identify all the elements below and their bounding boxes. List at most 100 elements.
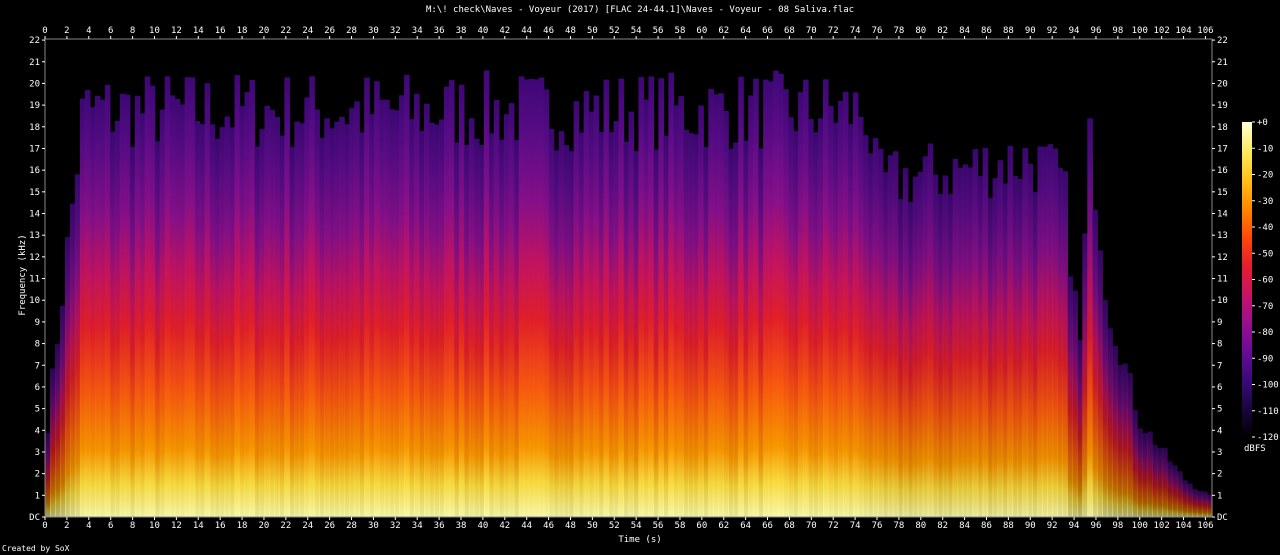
x-tick-label-top: 90 bbox=[1025, 26, 1036, 36]
x-tick-label-bottom: 42 bbox=[499, 521, 510, 531]
x-tick-label-bottom: 44 bbox=[521, 521, 532, 531]
x-tick-label-bottom: 86 bbox=[981, 521, 992, 531]
y-tick-label-right: 13 bbox=[1217, 231, 1228, 241]
spectrogram-column bbox=[768, 81, 774, 517]
spectrogram-column bbox=[79, 98, 86, 517]
x-tick-label-bottom: 18 bbox=[237, 521, 248, 531]
x-tick-label-bottom: 104 bbox=[1175, 521, 1191, 531]
spectrogram-column bbox=[508, 103, 515, 518]
spectrogram-column bbox=[184, 77, 191, 517]
y-tick-label-right: 12 bbox=[1217, 253, 1228, 263]
spectrogram-column bbox=[1157, 448, 1163, 517]
spectrogram-column bbox=[109, 131, 116, 517]
spectrogram-column bbox=[99, 99, 106, 517]
spectrogram-column bbox=[139, 113, 146, 517]
spectrogram-column bbox=[738, 76, 744, 518]
spectrogram-column bbox=[244, 92, 251, 517]
spectrogram-column bbox=[937, 194, 944, 517]
x-tick-label-bottom: 52 bbox=[609, 521, 620, 531]
spectrogram-column bbox=[1202, 491, 1208, 517]
colorbar-tick-label: -90 bbox=[1257, 354, 1273, 364]
spectrogram-column bbox=[1107, 328, 1113, 517]
y-tick-label-right: 22 bbox=[1217, 36, 1228, 46]
spectrogram-column bbox=[159, 109, 166, 517]
x-tick-label-top: 82 bbox=[937, 26, 948, 36]
colorbar-tick-label: -30 bbox=[1257, 197, 1273, 207]
spectrogram-column bbox=[763, 79, 769, 517]
x-tick-label-bottom: 76 bbox=[872, 521, 883, 531]
spectrogram-column bbox=[239, 106, 246, 517]
y-tick-label-left: 17 bbox=[29, 144, 40, 154]
x-tick-label-top: 58 bbox=[675, 26, 686, 36]
spectrogram-column bbox=[593, 95, 600, 518]
spectrogram-column bbox=[394, 110, 400, 518]
spectrogram-column bbox=[808, 118, 814, 518]
x-tick-label-top: 6 bbox=[108, 26, 113, 36]
x-tick-label-top: 74 bbox=[850, 26, 861, 36]
x-tick-label-top: 38 bbox=[456, 26, 467, 36]
y-tick-label-left: 22 bbox=[29, 36, 40, 46]
x-tick-label-top: 88 bbox=[1003, 26, 1014, 36]
y-tick-label-left: 4 bbox=[35, 426, 40, 436]
colorbar-tick-label: -120 bbox=[1257, 433, 1279, 443]
spectrogram-column bbox=[922, 156, 929, 517]
spectrogram-column bbox=[558, 131, 565, 517]
spectrogram-column bbox=[1187, 483, 1193, 517]
spectrogram-column bbox=[329, 128, 335, 518]
spectrogram-column bbox=[533, 79, 540, 518]
x-tick-label-bottom: 80 bbox=[915, 521, 926, 531]
x-tick-label-top: 96 bbox=[1091, 26, 1102, 36]
spectrogram-column bbox=[748, 95, 754, 518]
y-tick-label-right: 8 bbox=[1217, 340, 1222, 350]
spectrogram-column bbox=[788, 117, 794, 517]
x-tick-label-bottom: 10 bbox=[149, 521, 160, 531]
y-tick-label-right: 17 bbox=[1217, 144, 1228, 154]
spectrogram-column bbox=[169, 95, 176, 517]
spectrogram-column bbox=[1162, 447, 1168, 517]
spectrogram-column bbox=[832, 122, 839, 518]
spectrogram-column bbox=[458, 84, 465, 517]
x-tick-label-top: 76 bbox=[872, 26, 883, 36]
x-tick-label-top: 54 bbox=[631, 26, 642, 36]
spectrogram-column bbox=[523, 79, 530, 517]
x-tick-label-top: 32 bbox=[390, 26, 401, 36]
x-tick-label-bottom: 94 bbox=[1069, 521, 1080, 531]
spectrogram-column bbox=[1097, 250, 1103, 517]
x-tick-label-top: 94 bbox=[1069, 26, 1080, 36]
spectrogram-column bbox=[194, 121, 201, 517]
spectrogram-column bbox=[204, 83, 211, 518]
spectrogram-column bbox=[234, 75, 241, 518]
spectrogram-column bbox=[349, 108, 355, 517]
spectrogram-column bbox=[962, 164, 969, 517]
spectrogram-column bbox=[852, 92, 859, 518]
x-tick-label-bottom: 90 bbox=[1025, 521, 1036, 531]
y-tick-label-right: 7 bbox=[1217, 361, 1222, 371]
y-tick-label-right: 3 bbox=[1217, 448, 1222, 458]
colorbar-tick-label: -60 bbox=[1257, 276, 1273, 286]
spectrogram-column bbox=[618, 78, 625, 517]
x-tick-label-top: 50 bbox=[587, 26, 598, 36]
spectrogram-column bbox=[867, 153, 874, 517]
spectrogram-column bbox=[438, 119, 445, 518]
spectrogram-column bbox=[648, 76, 655, 518]
spectrogram-column bbox=[229, 127, 236, 518]
colorbar-tick-label: -40 bbox=[1257, 223, 1273, 233]
spectrogram-column bbox=[119, 93, 126, 517]
spectrogram-column bbox=[718, 93, 724, 518]
spectrogram-column bbox=[977, 175, 984, 517]
y-tick-label-left: 2 bbox=[35, 470, 40, 480]
spectrogram-column bbox=[778, 73, 784, 517]
x-tick-label-bottom: 98 bbox=[1112, 521, 1123, 531]
spectrogram-column bbox=[862, 135, 869, 517]
y-tick-label-left: 18 bbox=[29, 123, 40, 133]
x-tick-label-bottom: 60 bbox=[696, 521, 707, 531]
spectrogram-column bbox=[972, 149, 979, 518]
y-tick-label-right: 21 bbox=[1217, 58, 1228, 68]
spectrogram-column bbox=[643, 99, 650, 517]
spectrogram-column bbox=[1192, 488, 1198, 517]
spectrogram-column bbox=[1137, 428, 1143, 517]
y-tick-label-left: 7 bbox=[35, 361, 40, 371]
spectrogram-column bbox=[513, 140, 520, 517]
x-tick-label-bottom: 54 bbox=[631, 521, 642, 531]
y-tick-label-left: 6 bbox=[35, 383, 40, 393]
